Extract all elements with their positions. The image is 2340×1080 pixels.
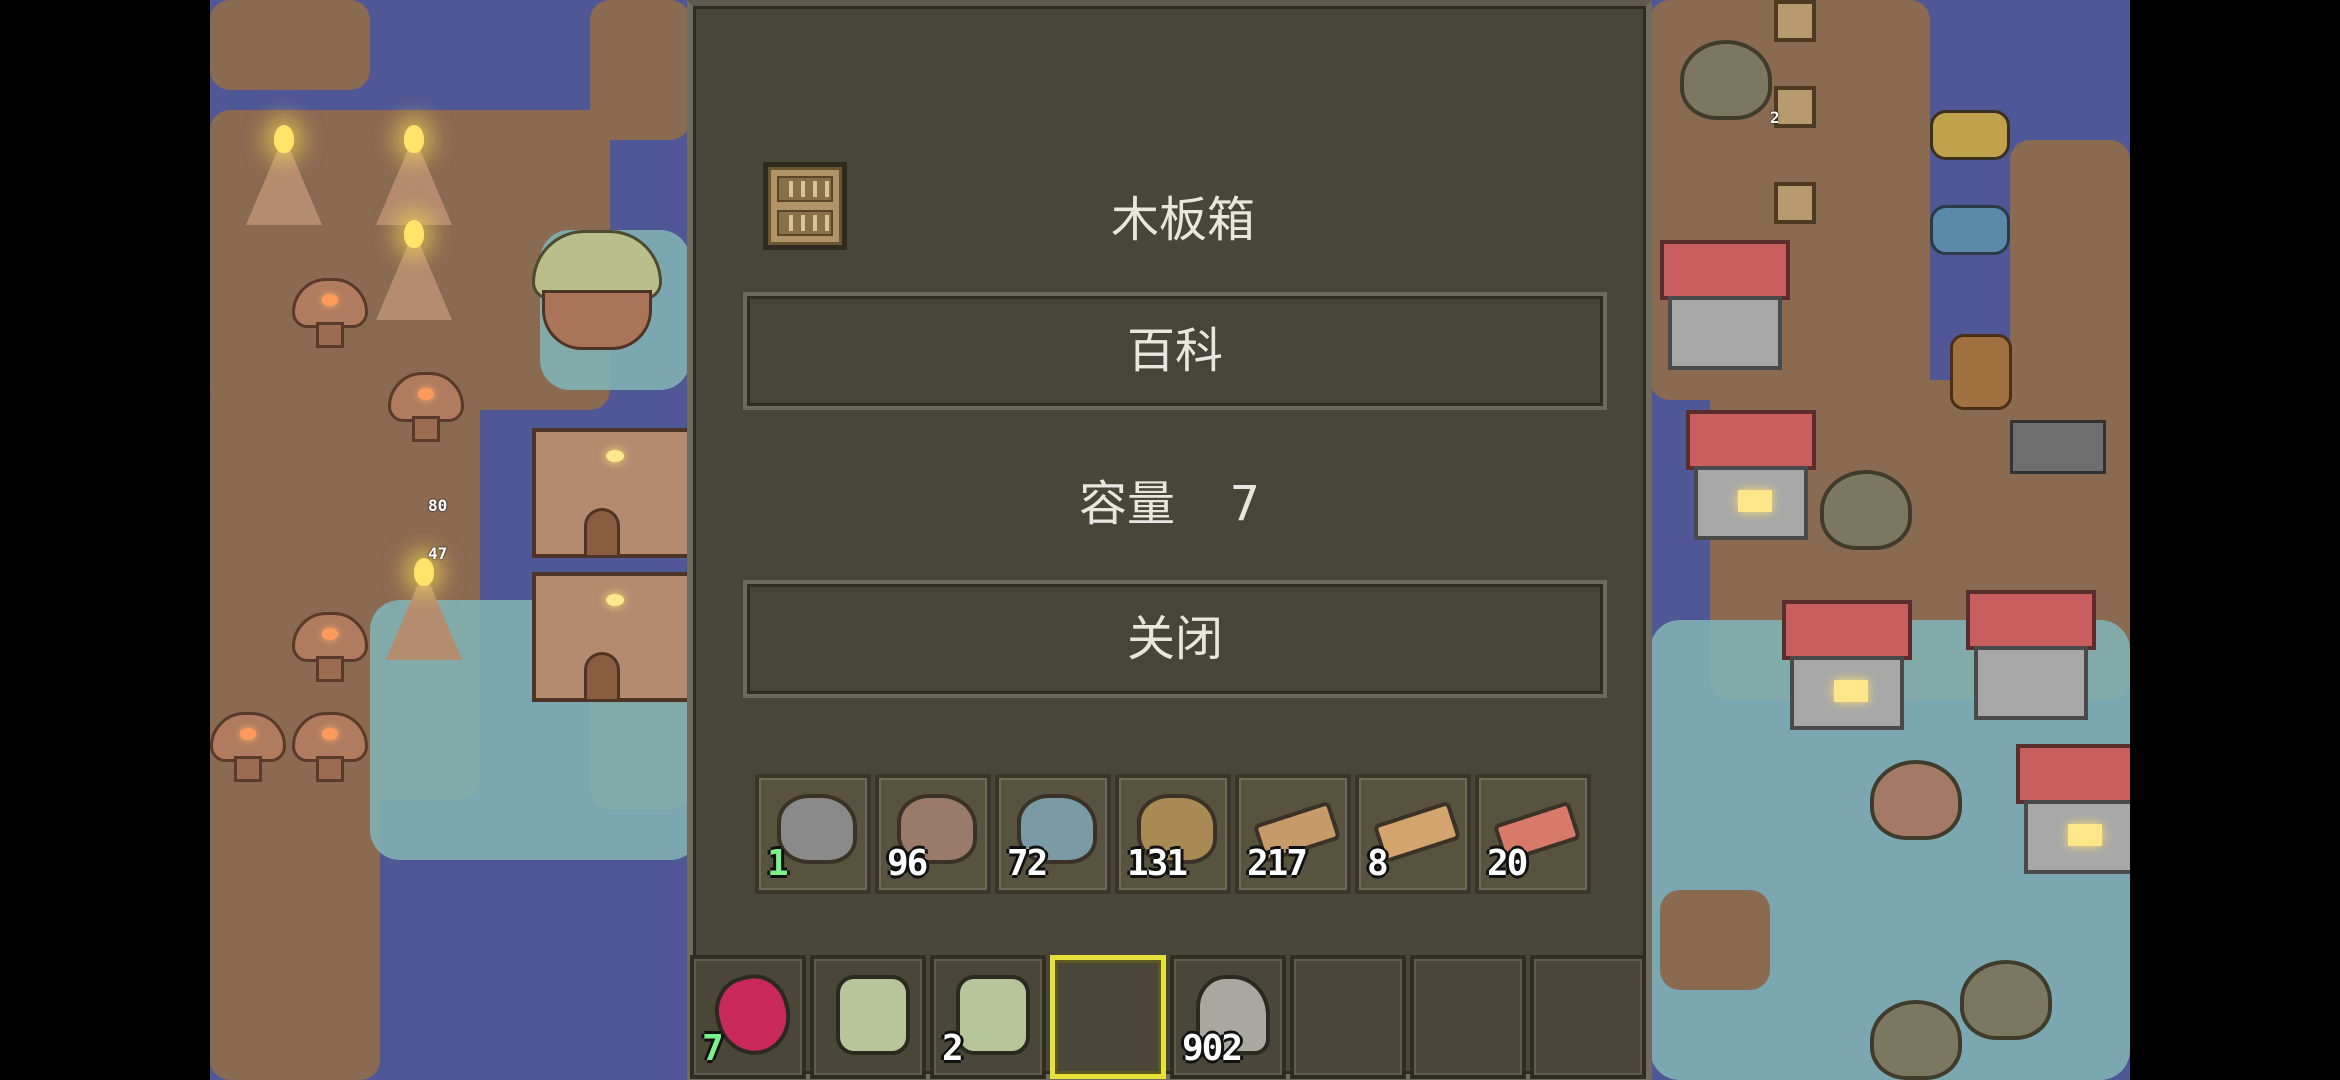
red-roof-house <box>1966 590 2096 730</box>
land-terrain <box>1660 890 1770 990</box>
crate-object <box>1774 0 1816 42</box>
red-roof-house <box>1660 240 1790 380</box>
mushroom-lamp <box>388 372 464 442</box>
hotbar-slot[interactable]: 7 <box>690 955 806 1079</box>
red-roof-house <box>2016 744 2130 884</box>
red-roof-house <box>1686 410 1816 550</box>
item-count: 902 <box>1182 1028 1243 1069</box>
mushroom-lamp <box>210 712 286 782</box>
crate-object <box>1774 86 1816 128</box>
torch-flame <box>274 125 294 153</box>
item-count: 8 <box>1367 843 1389 884</box>
close-button[interactable]: 关闭 <box>743 580 1607 698</box>
mushroom-lamp <box>292 712 368 782</box>
map-sign-label: 80 <box>428 496 448 515</box>
rock-mound <box>1680 40 1772 120</box>
hotbar-slot[interactable]: 2 <box>930 955 1046 1079</box>
hotbar-slot[interactable] <box>1410 955 1526 1079</box>
inventory-slot[interactable]: 1 <box>755 774 871 894</box>
container-title: 木板箱 <box>1110 192 1255 248</box>
land-terrain <box>590 0 690 140</box>
torch-flame <box>404 220 424 248</box>
item-count: 72 <box>1007 843 1048 884</box>
boat <box>1930 110 2010 160</box>
container-header: 木板箱 <box>763 156 1603 256</box>
capacity-label: 容量 <box>1078 476 1175 532</box>
inventory-slot[interactable]: 20 <box>1475 774 1591 894</box>
torch-flame <box>404 125 424 153</box>
thatched-hut <box>532 230 662 350</box>
rock-mound <box>1870 1000 1962 1080</box>
hotbar-slot[interactable] <box>1050 955 1166 1079</box>
hotbar-slot[interactable] <box>810 955 926 1079</box>
land-terrain <box>210 0 370 90</box>
item-count: 131 <box>1127 843 1188 884</box>
hotbar: 7 2 902 <box>690 955 1650 1079</box>
crate-object <box>1774 182 1816 224</box>
inventory-slot[interactable]: 96 <box>875 774 991 894</box>
iron-ore-icon <box>777 794 857 864</box>
jar-icon <box>956 975 1030 1055</box>
land-terrain <box>2010 140 2130 440</box>
item-count: 20 <box>1487 843 1528 884</box>
rock-mound <box>1960 960 2052 1040</box>
item-count: 7 <box>702 1028 724 1069</box>
container-panel: 木板箱 百科 容量 7 关闭 1 96 72 131 217 8 20 <box>687 0 1652 1080</box>
inventory-slot[interactable]: 8 <box>1355 774 1471 894</box>
container-slot-grid: 1 96 72 131 217 8 20 <box>755 774 1595 894</box>
boat <box>1930 205 2010 255</box>
item-count: 96 <box>887 843 928 884</box>
inventory-slot[interactable]: 131 <box>1115 774 1231 894</box>
hotbar-slot[interactable] <box>1290 955 1406 1079</box>
jar-icon <box>836 975 910 1055</box>
capacity-value: 7 <box>1229 476 1261 532</box>
inventory-slot[interactable]: 72 <box>995 774 1111 894</box>
adobe-house <box>532 428 702 558</box>
barrel <box>1950 334 2012 410</box>
inventory-slot[interactable]: 217 <box>1235 774 1351 894</box>
capacity-row: 容量 7 <box>693 464 1646 534</box>
red-roof-house <box>1782 600 1912 740</box>
item-count: 2 <box>942 1028 964 1069</box>
mushroom-lamp <box>292 278 368 348</box>
adobe-house <box>532 572 702 702</box>
encyclopedia-button[interactable]: 百科 <box>743 292 1607 410</box>
hotbar-slot[interactable] <box>1530 955 1646 1079</box>
map-sign-label: 47 <box>428 544 448 563</box>
hotbar-slot[interactable]: 902 <box>1170 955 1286 1079</box>
map-crate-count: 2 <box>1770 108 1780 127</box>
item-count: 217 <box>1247 843 1308 884</box>
workbench <box>2010 420 2106 474</box>
mushroom-lamp <box>292 612 368 682</box>
item-count: 1 <box>767 843 789 884</box>
rock-mound <box>1820 470 1912 550</box>
tent <box>1870 760 1962 840</box>
